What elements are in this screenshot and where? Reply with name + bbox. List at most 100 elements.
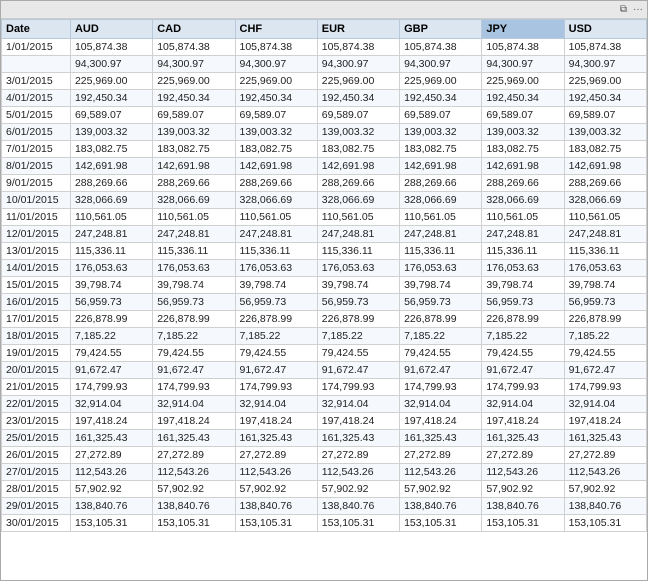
col-header-gbp[interactable]: GBP [400, 20, 482, 39]
cell-date: 19/01/2015 [2, 345, 71, 362]
cell-cad: 112,543.26 [153, 464, 235, 481]
table-row: 17/01/2015226,878.99226,878.99226,878.99… [2, 311, 647, 328]
cell-usd: 176,053.63 [564, 260, 646, 277]
cell-chf: 32,914.04 [235, 396, 317, 413]
cell-eur: 139,003.32 [317, 124, 399, 141]
cell-eur: 110,561.05 [317, 209, 399, 226]
cell-jpy: 153,105.31 [482, 515, 564, 532]
cell-eur: 153,105.31 [317, 515, 399, 532]
cell-date: 5/01/2015 [2, 107, 71, 124]
cell-jpy: 39,798.74 [482, 277, 564, 294]
cell-usd: 138,840.76 [564, 498, 646, 515]
table-row: 11/01/2015 110,561.05 110,561.05 110,561.05… [2, 209, 647, 226]
cell-gbp: 183,082.75 [400, 141, 482, 158]
cell-chf: 94,300.97 [235, 56, 317, 73]
cell-date: 15/01/2015 [2, 277, 71, 294]
cell-cad: 138,840.76 [153, 498, 235, 515]
cell-aud: 7,185.22 [70, 328, 152, 345]
more-icon[interactable]: ··· [633, 4, 643, 15]
cell-gbp: 79,424.55 [400, 345, 482, 362]
table-row: 5/01/201569,589.0769,589.0769,589.0769,5… [2, 107, 647, 124]
cell-chf: 197,418.24 [235, 413, 317, 430]
cell-jpy: 225,969.00 [482, 73, 564, 90]
cell-gbp: 94,300.97 [400, 56, 482, 73]
table-row: 26/01/201527,272.8927,272.8927,272.8927,… [2, 447, 647, 464]
cell-gbp: 27,272.89 [400, 447, 482, 464]
cell-date: 3/01/2015 [2, 73, 71, 90]
cell-usd: 225,969.00 [564, 73, 646, 90]
table-row: 25/01/2015161,325.43161,325.43161,325.43… [2, 430, 647, 447]
cell-eur: 174,799.93 [317, 379, 399, 396]
cell-jpy: 94,300.97 [482, 56, 564, 73]
cell-eur: 112,543.26 [317, 464, 399, 481]
cell-jpy: 27,272.89 [482, 447, 564, 464]
cell-aud: 112,543.26 [70, 464, 152, 481]
cell-usd: 328,066.69 [564, 192, 646, 209]
cell-date: 7/01/2015 [2, 141, 71, 158]
col-header-cad[interactable]: CAD [153, 20, 235, 39]
cell-date: 17/01/2015 [2, 311, 71, 328]
cell-date: 6/01/2015 [2, 124, 71, 141]
cell-date: 30/01/2015 [2, 515, 71, 532]
cell-aud: 176,053.63 [70, 260, 152, 277]
col-header-usd[interactable]: USD [564, 20, 646, 39]
table-row: 16/01/201556,959.7356,959.7356,959.7356,… [2, 294, 647, 311]
title-bar: ⧉ ··· [1, 1, 647, 19]
cell-date: 11/01/2015 [2, 209, 71, 226]
cell-cad: 142,691.98 [153, 158, 235, 175]
cell-usd: 69,589.07 [564, 107, 646, 124]
cell-gbp: 138,840.76 [400, 498, 482, 515]
cell-aud: 27,272.89 [70, 447, 152, 464]
cell-gbp: 39,798.74 [400, 277, 482, 294]
col-header-date[interactable]: Date [2, 20, 71, 39]
cell-gbp: 115,336.11 [400, 243, 482, 260]
cell-eur: 197,418.24 [317, 413, 399, 430]
cell-chf: 247,248.81 [235, 226, 317, 243]
cell-chf: 112,543.26 [235, 464, 317, 481]
table-row: 1/01/2015105,874.38105,874.38105,874.381… [2, 39, 647, 56]
cell-aud: 161,325.43 [70, 430, 152, 447]
cell-gbp: 57,902.92 [400, 481, 482, 498]
cell-eur: 69,589.07 [317, 107, 399, 124]
cell-cad: 153,105.31 [153, 515, 235, 532]
cell-aud: 56,959.73 [70, 294, 152, 311]
col-header-jpy[interactable]: JPY [482, 20, 564, 39]
cell-cad: 110,561.05 [153, 209, 235, 226]
col-header-eur[interactable]: EUR [317, 20, 399, 39]
cell-chf: 192,450.34 [235, 90, 317, 107]
cell-aud: 197,418.24 [70, 413, 152, 430]
cell-usd: 174,799.93 [564, 379, 646, 396]
cell-eur: 79,424.55 [317, 345, 399, 362]
table-row: 94,300.9794,300.9794,300.9794,300.9794,3… [2, 56, 647, 73]
restore-icon[interactable]: ⧉ [620, 4, 627, 15]
cell-date: 23/01/2015 [2, 413, 71, 430]
cell-cad: 69,589.07 [153, 107, 235, 124]
cell-cad: 105,874.38 [153, 39, 235, 56]
cell-cad: 192,450.34 [153, 90, 235, 107]
cell-jpy: 192,450.34 [482, 90, 564, 107]
cell-chf: 27,272.89 [235, 447, 317, 464]
col-header-chf[interactable]: CHF [235, 20, 317, 39]
cell-jpy: 139,003.32 [482, 124, 564, 141]
cell-usd: 94,300.97 [564, 56, 646, 73]
cell-eur: 94,300.97 [317, 56, 399, 73]
cell-gbp: 225,969.00 [400, 73, 482, 90]
cell-jpy: 176,053.63 [482, 260, 564, 277]
cell-usd: 110,561.05 [564, 209, 646, 226]
cell-aud: 57,902.92 [70, 481, 152, 498]
cell-eur: 27,272.89 [317, 447, 399, 464]
cell-gbp: 192,450.34 [400, 90, 482, 107]
cell-usd: 27,272.89 [564, 447, 646, 464]
scroll-area[interactable]: DateAUDCADCHFEURGBPJPYUSD 1/01/2015105,8… [1, 19, 647, 580]
cell-chf: 174,799.93 [235, 379, 317, 396]
cell-jpy: 57,902.92 [482, 481, 564, 498]
cell-eur: 183,082.75 [317, 141, 399, 158]
col-header-aud[interactable]: AUD [70, 20, 152, 39]
cell-cad: 32,914.04 [153, 396, 235, 413]
cell-aud: 142,691.98 [70, 158, 152, 175]
cell-jpy: 197,418.24 [482, 413, 564, 430]
cell-jpy: 69,589.07 [482, 107, 564, 124]
cell-aud: 105,874.38 [70, 39, 152, 56]
cell-cad: 247,248.81 [153, 226, 235, 243]
cell-usd: 183,082.75 [564, 141, 646, 158]
